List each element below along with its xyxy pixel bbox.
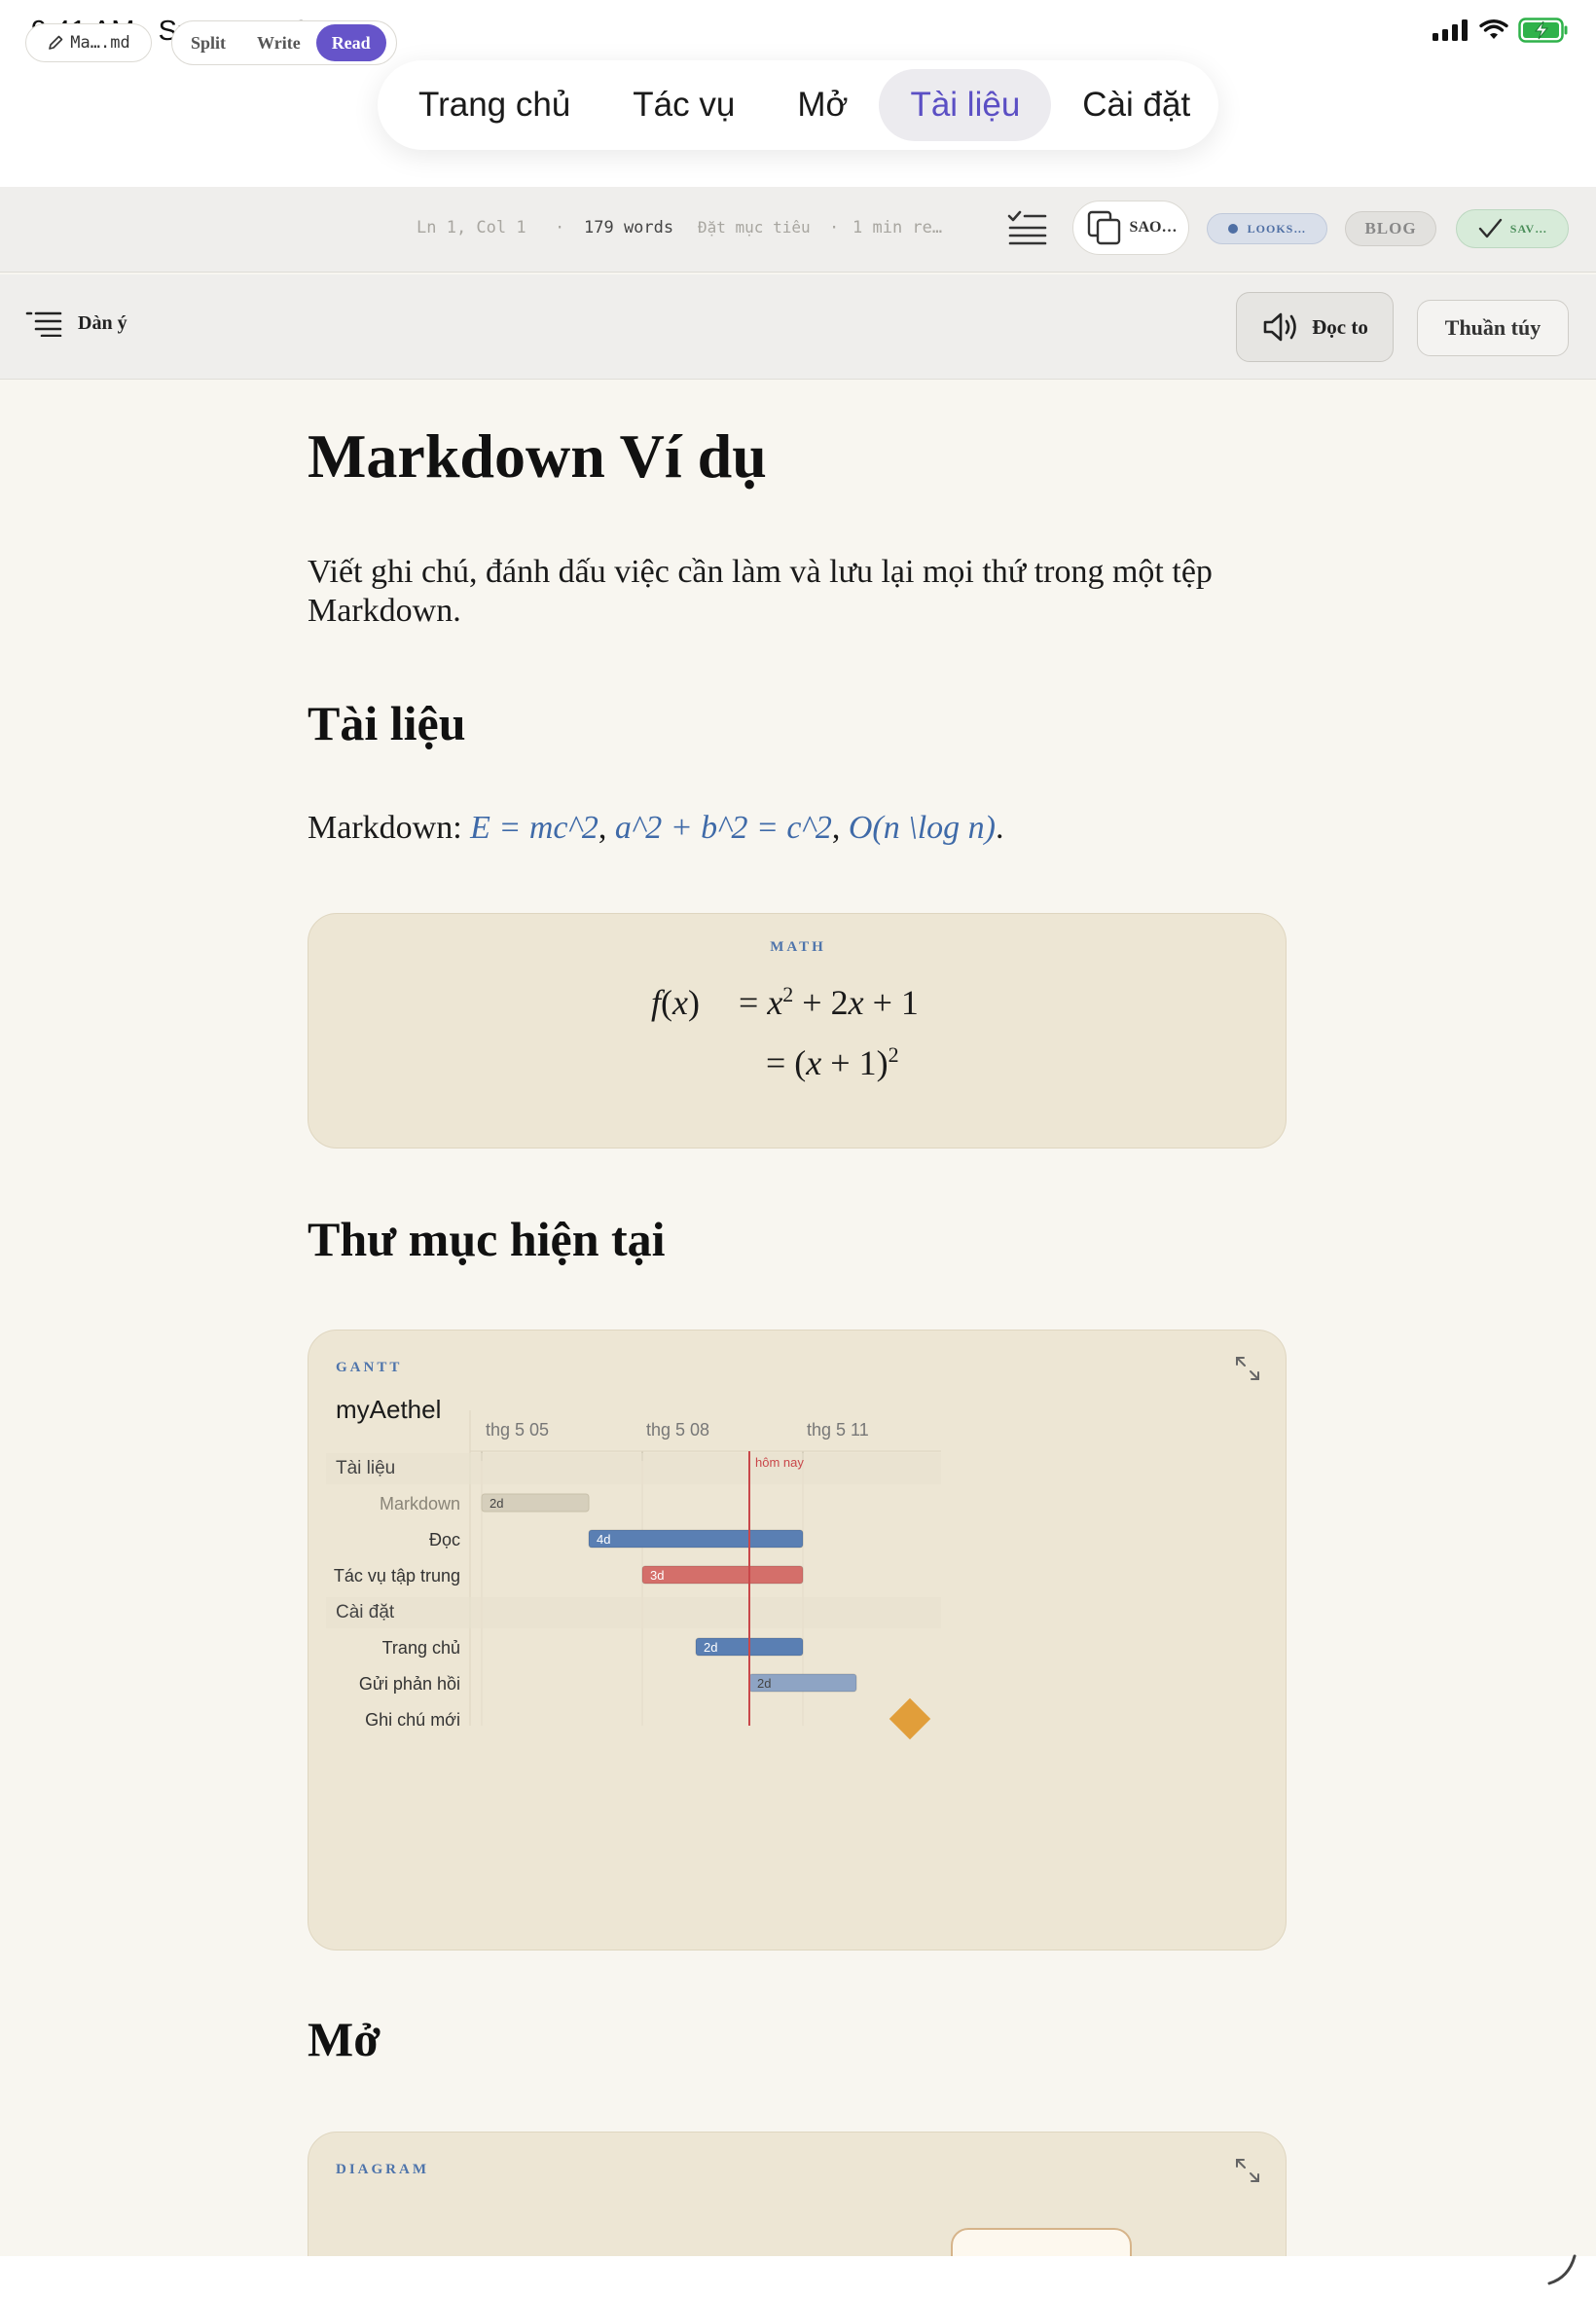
- gantt-section-band: [326, 1453, 941, 1484]
- mode-write-button[interactable]: Write: [241, 24, 316, 61]
- battery-charging-icon: [1518, 18, 1568, 43]
- looks-label: LOOKS…: [1247, 221, 1307, 236]
- diagram-label: DIAGRAM: [336, 2162, 429, 2177]
- heading-current-folder: Thư mục hiện tại: [308, 1212, 666, 1266]
- gantt-milestone: [889, 1697, 931, 1740]
- gantt-axis-label: thg 5 08: [646, 1420, 709, 1440]
- outline-label: Dàn ý: [78, 311, 127, 334]
- tab-home[interactable]: Trang chủ: [387, 69, 601, 141]
- home-indicator-area: [0, 2254, 1596, 2297]
- tab-open[interactable]: Mở: [766, 69, 879, 141]
- inline-math-3: O(n \log n): [848, 810, 996, 846]
- separator: ·: [829, 218, 840, 237]
- math-block-card: MATH f(x) = x2 + 2x + 1 = (x + 1)2: [308, 913, 1287, 1148]
- gantt-task-bar: [588, 1529, 804, 1549]
- inline-math-2: a^2 + b^2 = c^2: [614, 810, 832, 846]
- expand-icon[interactable]: [1235, 2158, 1260, 2183]
- gantt-section-label: Tài liệu: [336, 1458, 395, 1478]
- gantt-bar-label: 2d: [757, 1676, 771, 1691]
- gantt-card: GANTT myAethel thg 5 05 thg 5 08 thg 5 11 T…: [308, 1330, 1287, 1951]
- speaker-icon: [1263, 312, 1296, 342]
- checklist-icon: [1007, 210, 1047, 245]
- status-icons: [1433, 18, 1569, 43]
- read-aloud-label: Đọc to: [1312, 314, 1368, 339]
- intro-paragraph: Viết ghi chú, đánh dấu việc cần làm và l…: [308, 554, 1213, 629]
- comma: ,: [831, 810, 849, 846]
- pencil-icon: [49, 35, 63, 50]
- equation-lhs: f(x): [651, 983, 700, 1022]
- scroll-indicator-icon: [1547, 2254, 1577, 2285]
- reader-bar: Dàn ý Đọc to Thuần túy: [0, 274, 1596, 380]
- cursor-position: Ln 1, Col 1: [417, 218, 526, 237]
- status-dot: [1227, 224, 1238, 234]
- word-count: 179 words: [584, 218, 674, 237]
- gantt-bar-label: 2d: [490, 1496, 503, 1511]
- view-mode-switch: Split Write Read: [171, 20, 397, 65]
- outline-list-icon: [25, 311, 62, 337]
- plain-text-button[interactable]: Thuần túy: [1417, 300, 1569, 356]
- read-aloud-button[interactable]: Đọc to: [1236, 292, 1394, 362]
- save-label: SAV…: [1509, 221, 1548, 236]
- gantt-bar-label: 3d: [650, 1568, 664, 1583]
- gantt-bar-label: 2d: [704, 1640, 717, 1655]
- heading-documents: Tài liệu: [308, 696, 466, 750]
- gantt-chart: thg 5 05 thg 5 08 thg 5 11 Tài liệu Markdown…: [326, 1410, 941, 1740]
- checkmark-icon: [1478, 218, 1502, 238]
- equation-line-2: = (x + 1)2: [766, 1042, 899, 1082]
- blog-tag[interactable]: BLOG: [1345, 211, 1436, 246]
- tab-settings[interactable]: Cài đặt: [1051, 69, 1221, 141]
- gantt-task-label: Gửi phản hồi: [359, 1674, 460, 1694]
- gantt-today-label: hôm nay: [755, 1455, 804, 1470]
- gantt-task-label: Trang chủ: [382, 1638, 460, 1658]
- heading-open: Mở: [308, 2012, 381, 2066]
- gantt-axis-label: thg 5 05: [486, 1420, 549, 1440]
- period: .: [995, 810, 1004, 846]
- document-title: Markdown Ví dụ: [308, 421, 767, 491]
- wifi-icon: [1479, 19, 1508, 39]
- looks-tag[interactable]: LOOKS…: [1207, 213, 1327, 244]
- gantt-bar-label: 4d: [597, 1532, 610, 1547]
- file-name-button[interactable]: Ma….md: [25, 23, 152, 62]
- copy-icon: [1087, 210, 1120, 245]
- gantt-task-label: Ghi chú mới: [365, 1710, 460, 1730]
- mode-read-button[interactable]: Read: [315, 24, 386, 61]
- gantt-task-bar: [641, 1565, 804, 1585]
- copy-label: SAO…: [1129, 219, 1178, 236]
- cellular-signal-icon: [1433, 19, 1468, 41]
- tab-documents[interactable]: Tài liệu: [879, 69, 1052, 141]
- math-label: MATH: [770, 939, 826, 955]
- mode-split-button[interactable]: Split: [175, 24, 241, 61]
- separator: ·: [555, 218, 565, 237]
- outline-button[interactable]: Dàn ý: [25, 310, 127, 337]
- save-status-button[interactable]: SAV…: [1456, 209, 1569, 248]
- inline-math-1: E = mc^2: [470, 810, 598, 846]
- checklist-button[interactable]: [1006, 208, 1055, 251]
- inline-math-paragraph: Markdown: E = mc^2, a^2 + b^2 = c^2, O(n…: [308, 810, 1003, 847]
- comma: ,: [598, 810, 615, 846]
- gantt-task-label: Đọc: [429, 1530, 460, 1550]
- gantt-section-label: Cài đặt: [336, 1602, 395, 1622]
- gantt-task-label: Markdown: [380, 1494, 460, 1513]
- gantt-task-label: Tác vụ tập trung: [334, 1566, 460, 1586]
- copy-button[interactable]: SAO…: [1072, 201, 1189, 255]
- equation-line-1: = x2 + 2x + 1: [739, 982, 919, 1022]
- gantt-section-band: [326, 1597, 941, 1628]
- gantt-axis-label: thg 5 11: [807, 1420, 869, 1440]
- inline-math-prefix: Markdown:: [308, 810, 471, 846]
- tab-tasks[interactable]: Tác vụ: [601, 69, 766, 141]
- reading-time: 1 min re…: [852, 218, 943, 237]
- file-name: Ma….md: [70, 33, 130, 53]
- set-goal-link[interactable]: Đặt mục tiêu: [698, 218, 811, 237]
- top-navigation: Trang chủ Tác vụ Mở Tài liệu Cài đặt: [378, 60, 1218, 150]
